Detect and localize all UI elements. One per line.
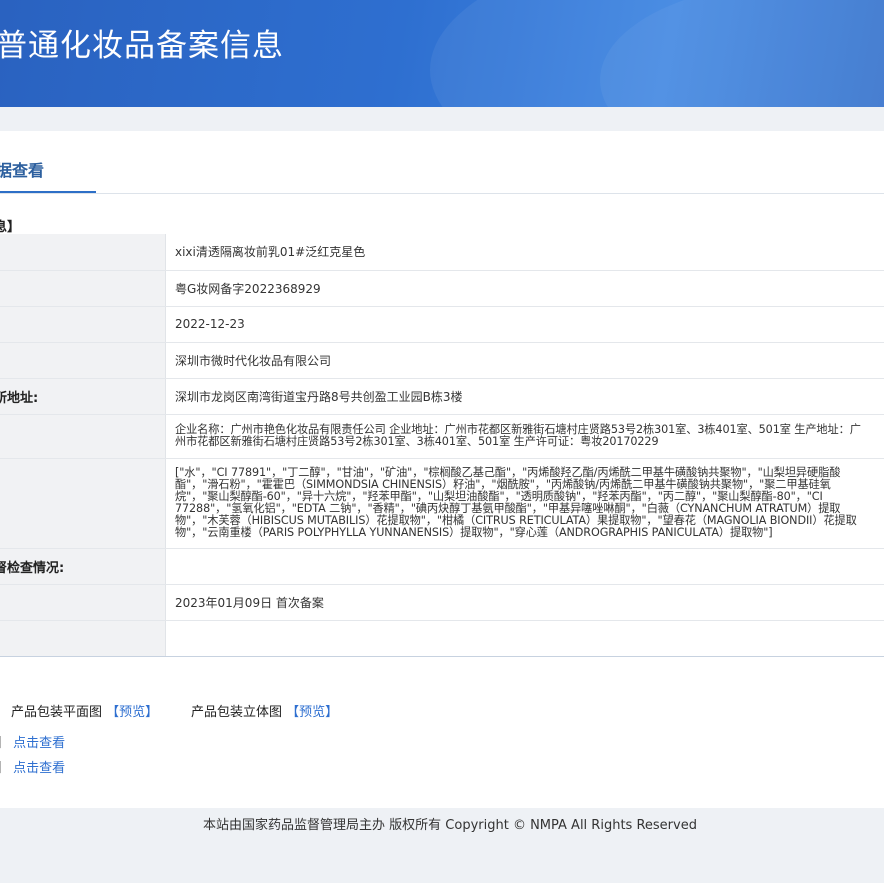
- row-label: [0, 620, 166, 657]
- row-value: 深圳市龙岗区南湾街道宝丹路8号共创盈工业园B栋3楼: [165, 378, 884, 415]
- change-history: 2023年01月09日 首次备案: [175, 595, 324, 610]
- section-title: 息】: [0, 220, 21, 235]
- attachment-flat: 产品包装平面图 【预览】: [11, 701, 158, 720]
- row-label: [0, 458, 166, 549]
- registration-date: 2022-12-23: [175, 317, 245, 331]
- misc-row: 】 点击查看: [0, 757, 65, 776]
- attachment-flat-label: 产品包装平面图: [11, 705, 103, 720]
- table-row: [0, 620, 884, 657]
- table-row: 深圳市微时代化妆品有限公司: [0, 342, 884, 379]
- attachment-3d: 产品包装立体图 【预览】: [191, 701, 338, 720]
- view-link[interactable]: 点击查看: [13, 736, 65, 751]
- table-row: : xixi清透隔离妆前乳01#泛红克星色: [0, 234, 884, 271]
- table-row: : 粤G妆网备字2022368929: [0, 270, 884, 307]
- row-label: :: [0, 234, 166, 271]
- row-value: 粤G妆网备字2022368929: [165, 270, 884, 307]
- attachment-3d-label: 产品包装立体图: [191, 705, 283, 720]
- footer-copyright: 本站由国家药品监督管理局主办 版权所有 Copyright © NMPA All…: [203, 818, 697, 833]
- misc-prefix: 】: [0, 736, 9, 751]
- row-value: 深圳市微时代化妆品有限公司: [165, 342, 884, 379]
- row-label: :: [0, 414, 166, 459]
- registrant-address: 深圳市龙岗区南湾街道宝丹路8号共创盈工业园B栋3楼: [175, 389, 463, 404]
- tab-data-view[interactable]: 据查看: [0, 157, 44, 181]
- preview-3d-link[interactable]: 【预览】: [286, 705, 338, 720]
- table-row: ["水"，"CI 77891"，"丁二醇"，"甘油"，"矿油"，"棕榈酸乙基己酯…: [0, 458, 884, 549]
- table-row: : 2023年01月09日 首次备案: [0, 584, 884, 621]
- ingredient-line: 物"，"云南重楼（PARIS POLYPHYLLA YUNNANENSIS）提取…: [175, 526, 773, 539]
- preview-flat-link[interactable]: 【预览】: [106, 705, 158, 720]
- row-value: xixi清透隔离妆前乳01#泛红克星色: [165, 234, 884, 271]
- header-banner: 普通化妆品备案信息: [0, 0, 884, 107]
- info-table: : xixi清透隔离妆前乳01#泛红克星色 : 粤G妆网备字2022368929…: [0, 234, 884, 657]
- product-name: xixi清透隔离妆前乳01#泛红克星色: [175, 245, 366, 260]
- view-link[interactable]: 点击查看: [13, 761, 65, 776]
- misc-row: 】 点击查看: [0, 732, 65, 751]
- tab-divider: [0, 193, 884, 194]
- page-title: 普通化妆品备案信息: [0, 28, 284, 64]
- row-label: [0, 342, 166, 379]
- row-value: 2022-12-23: [165, 306, 884, 343]
- row-label: :: [0, 584, 166, 621]
- registration-number: 粤G妆网备字2022368929: [175, 281, 321, 296]
- row-value: 2023年01月09日 首次备案: [165, 584, 884, 621]
- table-row: 督检查情况:: [0, 548, 884, 585]
- row-label: 所地址:: [0, 378, 166, 415]
- row-value: 企业名称：广州市艳色化妆品有限责任公司 企业地址：广州市花都区新雅街石塘村庄贤路…: [165, 414, 884, 459]
- row-label: 督检查情况:: [0, 548, 166, 585]
- manufacturer-line: 州市花都区新雅街石塘村庄贤路53号2栋301室、3栋401室、501室 生产许可…: [175, 435, 659, 448]
- row-value: ["水"，"CI 77891"，"丁二醇"，"甘油"，"矿油"，"棕榈酸乙基己酯…: [165, 458, 884, 549]
- misc-prefix: 】: [0, 761, 9, 776]
- table-row: : 企业名称：广州市艳色化妆品有限责任公司 企业地址：广州市花都区新雅街石塘村庄…: [0, 414, 884, 459]
- row-value: [165, 548, 884, 585]
- row-label: :: [0, 306, 166, 343]
- table-row: : 2022-12-23: [0, 306, 884, 343]
- main-content: 据查看 息】 : xixi清透隔离妆前乳01#泛红克星色 : 粤G妆网备字202…: [0, 131, 884, 808]
- attachments-title: 】: [0, 675, 7, 694]
- row-label: :: [0, 270, 166, 307]
- row-value: [165, 620, 884, 657]
- registrant-name: 深圳市微时代化妆品有限公司: [175, 353, 332, 368]
- table-row: 所地址: 深圳市龙岗区南湾街道宝丹路8号共创盈工业园B栋3楼: [0, 378, 884, 415]
